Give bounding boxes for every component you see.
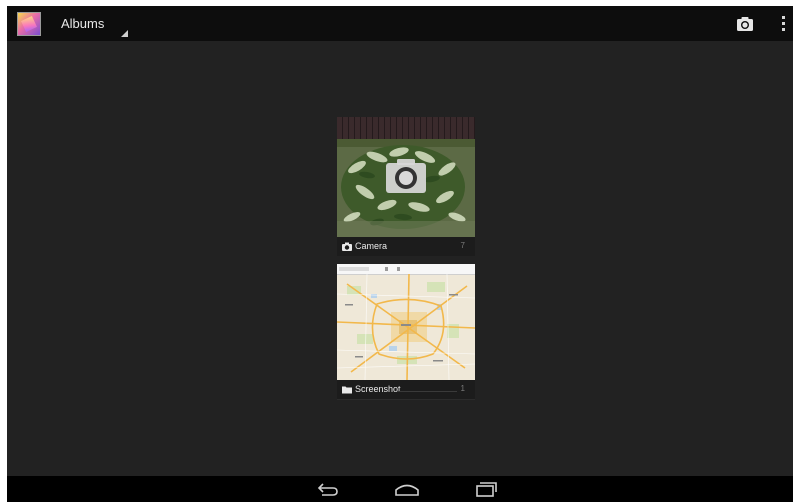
action-bar-title: Albums	[61, 16, 105, 31]
dropdown-indicator-icon	[121, 30, 128, 37]
album-label: Screenshot	[355, 384, 401, 394]
album-selector-dropdown[interactable]: Albums	[61, 6, 133, 41]
action-bar: Albums	[7, 6, 793, 41]
gallery-app-icon[interactable]	[17, 12, 41, 36]
overflow-dot	[782, 16, 785, 19]
recent-apps-button[interactable]	[472, 479, 500, 499]
camera-icon	[737, 17, 753, 31]
camera-button[interactable]	[735, 14, 755, 34]
album-caption: Screenshot 1	[337, 380, 475, 399]
folder-icon	[342, 386, 352, 394]
overflow-menu-button[interactable]	[780, 14, 788, 34]
gallery-screen: Albums Camera 7 Screenshot 1	[7, 6, 793, 502]
back-button[interactable]	[313, 479, 341, 499]
camera-icon	[342, 242, 352, 251]
screenshot-album-thumbnail	[337, 264, 475, 380]
caption-divider	[397, 391, 457, 392]
overflow-dot	[782, 22, 785, 25]
home-icon	[395, 484, 419, 496]
camera-overlay-icon	[386, 159, 426, 193]
album-count: 1	[460, 384, 465, 393]
album-caption: Camera 7	[337, 237, 475, 256]
recent-apps-icon	[476, 482, 497, 497]
album-label: Camera	[355, 241, 388, 251]
system-navigation-bar	[7, 476, 793, 502]
album-count: 7	[460, 241, 465, 250]
album-tile-camera[interactable]: Camera 7	[337, 117, 475, 256]
home-button[interactable]	[393, 479, 421, 499]
back-icon	[317, 483, 338, 496]
album-tile-screenshot[interactable]: Screenshot 1	[337, 264, 475, 400]
camera-album-thumbnail	[337, 117, 475, 237]
overflow-dot	[782, 28, 785, 31]
